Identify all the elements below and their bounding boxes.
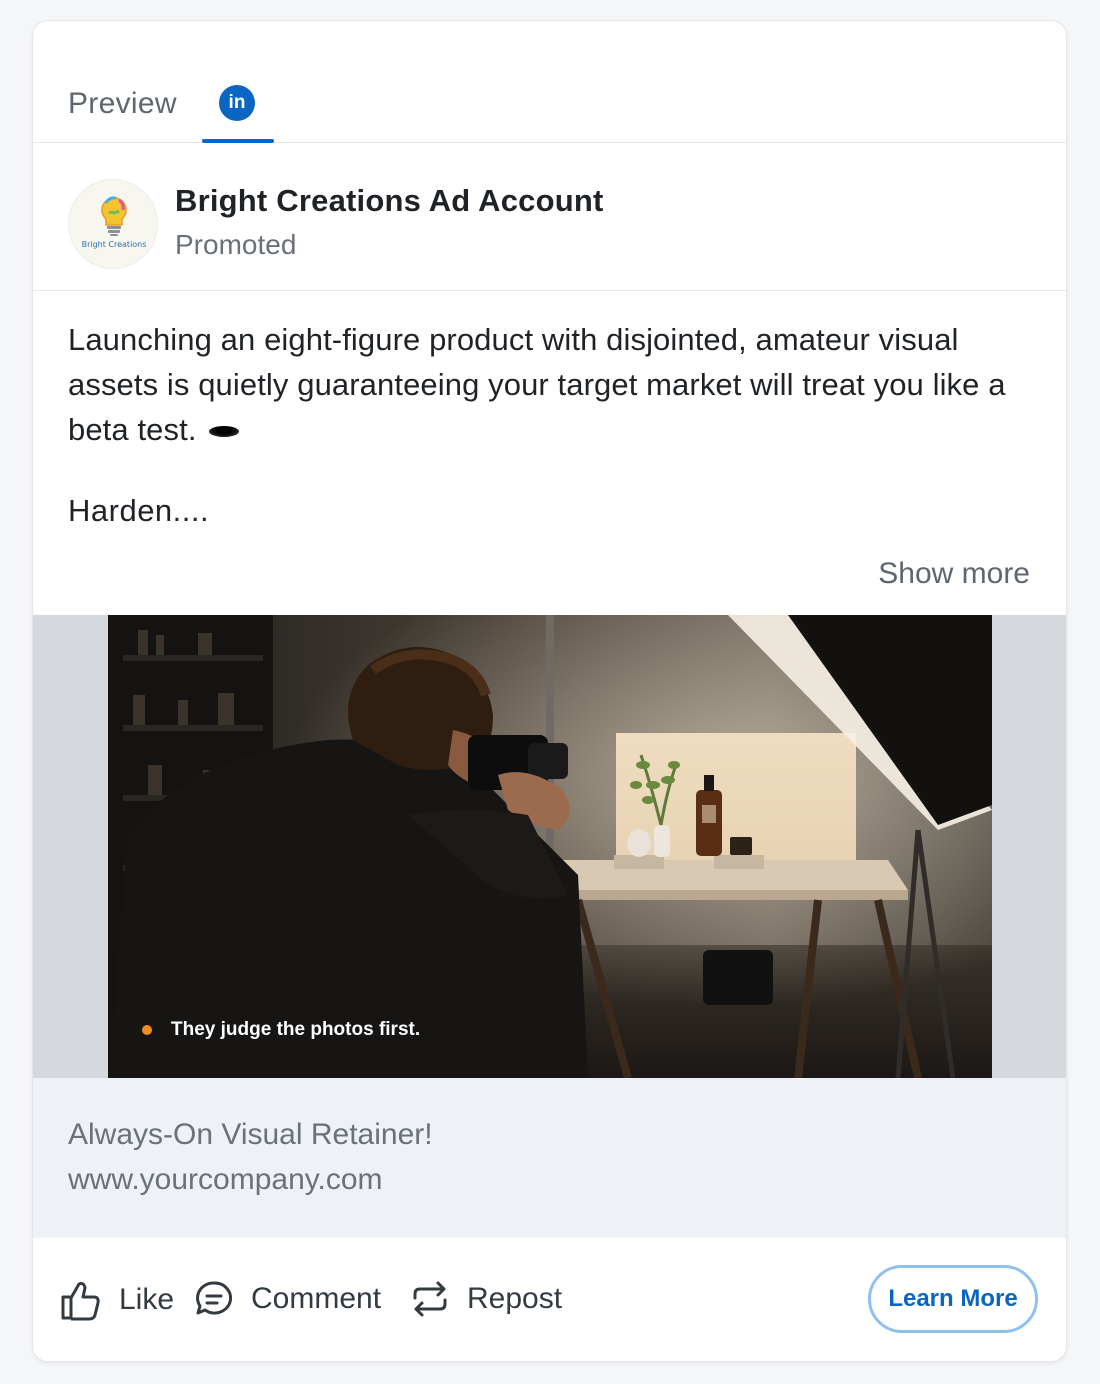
repost-button[interactable]: Repost — [409, 1278, 562, 1320]
hole-emoji-icon — [209, 426, 240, 438]
post-body: Launching an eight-figure product with d… — [68, 317, 1043, 452]
comment-label: Comment — [251, 1282, 382, 1315]
linkedin-ad-preview-card: Preview in Bright Creations Bright Creat… — [32, 20, 1067, 1362]
lightbulb-logo-icon: Bright Creations — [69, 180, 157, 268]
thumbs-up-icon — [61, 1282, 100, 1321]
learn-more-button[interactable]: Learn More — [868, 1265, 1038, 1333]
promoted-label: Promoted — [175, 229, 297, 260]
account-name[interactable]: Bright Creations Ad Account — [175, 183, 604, 219]
photographer-scene-image — [108, 615, 992, 1078]
link-title: Always-On Visual Retainer! — [68, 1118, 433, 1151]
tab-preview[interactable]: Preview — [68, 87, 177, 121]
comment-icon — [196, 1281, 233, 1315]
post-header: Bright Creations Bright Creations Ad Acc… — [33, 143, 1066, 291]
post-body-text: Launching an eight-figure product with d… — [68, 322, 1006, 447]
linkedin-icon: in — [219, 85, 255, 121]
caption-dot-icon — [142, 1025, 152, 1035]
caption-text: They judge the photos first. — [171, 1019, 421, 1040]
avatar-text: Bright Creations — [82, 240, 147, 249]
like-label: Like — [119, 1283, 175, 1316]
like-button[interactable]: Like — [59, 1278, 174, 1322]
media-caption: They judge the photos first. — [142, 1019, 420, 1041]
action-bar: Like Comment Repost Learn More — [33, 1238, 1066, 1361]
repost-icon — [413, 1281, 447, 1317]
ad-photo: They judge the photos first. — [108, 615, 992, 1078]
post-truncated-text: Harden.... — [68, 493, 210, 528]
link-url: www.yourcompany.com — [68, 1163, 383, 1196]
preview-tabs: Preview in — [33, 21, 1066, 143]
show-more-button[interactable]: Show more — [878, 557, 1030, 591]
repost-label: Repost — [467, 1282, 563, 1315]
link-preview[interactable]: Always-On Visual Retainer! www.yourcompa… — [33, 1078, 1066, 1238]
tab-linkedin[interactable]: in — [202, 21, 274, 143]
avatar[interactable]: Bright Creations — [68, 179, 158, 269]
post-media[interactable]: They judge the photos first. — [33, 615, 1066, 1078]
comment-button[interactable]: Comment — [193, 1278, 381, 1320]
